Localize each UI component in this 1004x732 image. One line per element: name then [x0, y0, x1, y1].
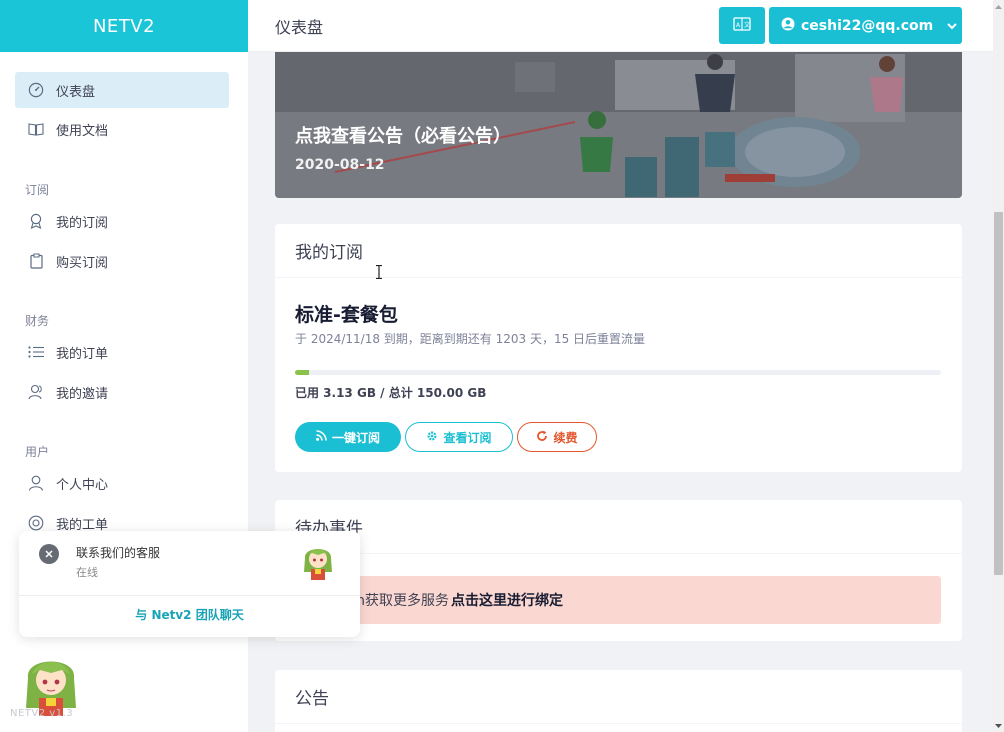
top-bar: 仪表盘 A文 ceshi22@qq.com — [248, 0, 993, 52]
usage-progress-fill — [295, 370, 309, 375]
sidebar-item-my-invites[interactable]: 我的邀请 — [15, 374, 229, 410]
user-icon — [27, 474, 45, 492]
chevron-down-icon — [947, 18, 957, 34]
bind-telegram-link[interactable]: 点击这里进行绑定 — [451, 590, 563, 610]
sidebar-section-title: 用户 — [25, 445, 50, 459]
button-label: 续费 — [553, 430, 578, 445]
translate-icon: A文 — [733, 16, 751, 35]
scroll-up-arrow-icon[interactable] — [993, 0, 1004, 13]
usage-text: 已用 3.13 GB / 总计 150.00 GB — [295, 386, 487, 400]
sidebar-item-my-orders[interactable]: 我的订单 — [15, 334, 229, 370]
mascot-image — [26, 661, 76, 716]
sidebar-item-buy-subscription[interactable]: 购买订阅 — [15, 243, 229, 279]
sidebar-item-label: 我的邀请 — [56, 386, 109, 402]
brand-logo[interactable]: NETV2 — [0, 0, 248, 52]
divider — [19, 595, 360, 596]
rss-icon — [316, 430, 327, 444]
clipboard-icon — [27, 252, 45, 270]
language-button[interactable]: A文 — [719, 7, 765, 44]
sidebar-item-label: 我的工单 — [56, 517, 109, 533]
scrollbar-thumb[interactable] — [994, 212, 1003, 575]
sidebar-item-label: 我的订阅 — [56, 215, 109, 231]
sidebar-item-profile[interactable]: 个人中心 — [15, 465, 229, 501]
book-icon — [27, 120, 45, 138]
brand-name: NETV2 — [92, 15, 156, 37]
lifebuoy-icon — [27, 514, 45, 532]
subscription-card: 我的订阅 标准-套餐包 于 2024/11/18 到期，距离到期还有 1203 … — [275, 224, 962, 472]
chat-with-team-link[interactable]: 与 Netv2 团队聊天 — [19, 606, 360, 623]
banner-date: 2020-08-12 — [295, 157, 385, 173]
list-icon — [27, 343, 45, 361]
refresh-icon — [536, 430, 548, 445]
gear-icon — [426, 430, 438, 445]
sidebar-item-label: 使用文档 — [56, 123, 109, 139]
badge-icon — [27, 212, 45, 230]
chat-status: 在线 — [76, 566, 98, 579]
todo-card: 待办事件 elegram获取更多服务 点击这里进行绑定 — [275, 500, 962, 641]
view-subscription-button[interactable]: 查看订阅 — [405, 422, 513, 452]
support-chat-popup: 联系我们的客服 在线 与 Netv2 团队聊天 — [19, 531, 360, 637]
button-label: 查看订阅 — [443, 430, 492, 445]
sidebar-section-title: 财务 — [25, 314, 50, 328]
button-label: 一键订阅 — [331, 430, 380, 445]
sidebar-item-label: 购买订阅 — [56, 255, 109, 271]
text-cursor-icon — [376, 265, 382, 279]
sidebar-item-dashboard[interactable]: 仪表盘 — [15, 72, 229, 108]
expiry-text: 于 2024/11/18 到期，距离到期还有 1203 天，15 日后重置流量 — [295, 332, 646, 346]
renew-button[interactable]: 续费 — [517, 422, 597, 452]
sidebar-item-docs[interactable]: 使用文档 — [15, 111, 229, 147]
one-click-subscribe-button[interactable]: 一键订阅 — [295, 422, 401, 452]
telegram-bind-alert[interactable]: elegram获取更多服务 点击这里进行绑定 — [295, 576, 941, 624]
notice-card: 公告 — [275, 670, 962, 732]
page-title: 仪表盘 — [275, 17, 324, 37]
scroll-down-arrow-icon[interactable] — [993, 719, 1004, 732]
card-title: 待办事件 — [275, 500, 962, 554]
announcement-banner[interactable]: 点我查看公告（必看公告） 2020-08-12 — [275, 52, 962, 198]
user-circle-icon — [781, 17, 795, 35]
chat-title: 联系我们的客服 — [76, 546, 161, 560]
dashboard-icon — [27, 81, 45, 99]
usage-progress-bar — [295, 370, 941, 375]
svg-text:文: 文 — [744, 21, 750, 29]
banner-title: 点我查看公告（必看公告） — [295, 126, 511, 147]
support-avatar — [304, 549, 332, 580]
user-menu-button[interactable]: ceshi22@qq.com — [769, 7, 962, 44]
close-icon[interactable] — [39, 544, 59, 564]
sidebar-item-label: 个人中心 — [56, 477, 109, 493]
svg-text:A: A — [736, 22, 741, 29]
version-watermark: NETV2 v1.3 — [10, 708, 74, 719]
users-icon — [27, 383, 45, 401]
sidebar-item-label: 仪表盘 — [56, 84, 96, 100]
sidebar-section-title: 订阅 — [25, 183, 50, 197]
sidebar-item-label: 我的订单 — [56, 346, 109, 362]
card-title: 公告 — [275, 670, 962, 724]
plan-name: 标准-套餐包 — [295, 304, 398, 326]
sidebar-item-my-subscription[interactable]: 我的订阅 — [15, 203, 229, 239]
user-email: ceshi22@qq.com — [801, 17, 934, 34]
